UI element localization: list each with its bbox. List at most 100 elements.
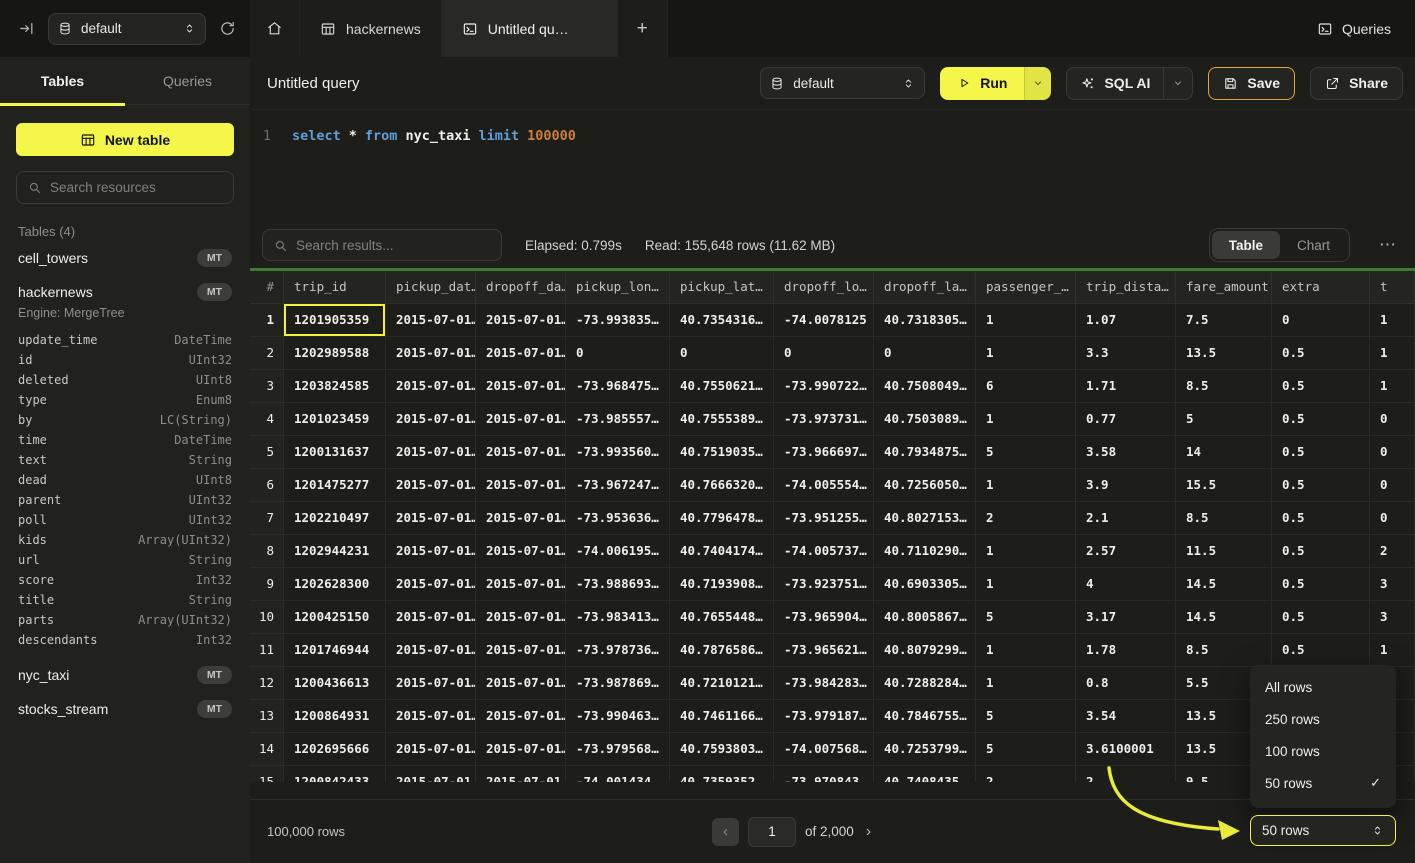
cell[interactable]: 0.8	[1076, 667, 1176, 700]
cell[interactable]: 1	[1370, 337, 1415, 370]
cell[interactable]: 2015-07-01…	[386, 304, 476, 337]
row-number[interactable]: 7	[250, 502, 284, 535]
cell[interactable]: 8.5	[1176, 370, 1272, 403]
cell[interactable]: 2015-07-01…	[476, 436, 566, 469]
cell[interactable]: 2015-07-01…	[476, 502, 566, 535]
cell[interactable]: 40.7288284…	[874, 667, 976, 700]
cell[interactable]: -73.987869…	[566, 667, 670, 700]
cell[interactable]: -73.985557…	[566, 403, 670, 436]
row-number[interactable]: 3	[250, 370, 284, 403]
sidebar-item-hackernews[interactable]: hackernews MT	[16, 275, 234, 309]
cell[interactable]: 0	[1370, 436, 1415, 469]
cell[interactable]: 40.7256050…	[874, 469, 976, 502]
sql-editor[interactable]: 1 select * from nyc_taxi limit 100000	[250, 110, 1415, 222]
cell[interactable]: 2015-07-01…	[386, 535, 476, 568]
cell[interactable]: 2015-07-01…	[386, 766, 476, 782]
rows-per-page-select[interactable]: 50 rows	[1250, 815, 1396, 846]
cell[interactable]: -73.965904…	[774, 601, 874, 634]
cell[interactable]: 3	[1370, 568, 1415, 601]
cell[interactable]: -74.006195…	[566, 535, 670, 568]
cell[interactable]: 40.8079299…	[874, 634, 976, 667]
cell[interactable]: 0.5	[1272, 370, 1370, 403]
cell[interactable]: 40.7846755…	[874, 700, 976, 733]
database-selector[interactable]: default	[48, 13, 206, 45]
cell[interactable]: 40.7193908…	[670, 568, 774, 601]
cell[interactable]: 1200864931	[284, 700, 386, 733]
cell[interactable]: 1201746944	[284, 634, 386, 667]
column-header[interactable]: #	[250, 271, 284, 304]
tab-home[interactable]	[250, 0, 300, 57]
cell[interactable]: -73.990463…	[566, 700, 670, 733]
cell[interactable]: 1.78	[1076, 634, 1176, 667]
row-number[interactable]: 11	[250, 634, 284, 667]
row-number[interactable]: 6	[250, 469, 284, 502]
cell[interactable]: -73.968475…	[566, 370, 670, 403]
sidebar-tab-queries[interactable]: Queries	[125, 57, 250, 104]
cell[interactable]: 2015-07-01…	[476, 667, 566, 700]
cell[interactable]: -73.965621…	[774, 634, 874, 667]
share-button[interactable]: Share	[1310, 67, 1403, 100]
cell[interactable]: 2015-07-01…	[476, 304, 566, 337]
row-number[interactable]: 8	[250, 535, 284, 568]
cell[interactable]: 4	[1076, 568, 1176, 601]
cell[interactable]: 2015-07-01…	[476, 601, 566, 634]
cell[interactable]: 2015-07-01…	[476, 766, 566, 782]
page-number-input[interactable]	[748, 817, 796, 847]
cell[interactable]: 2015-07-01…	[386, 568, 476, 601]
run-options-button[interactable]	[1024, 67, 1051, 100]
cell[interactable]: 0	[1370, 469, 1415, 502]
save-button[interactable]: Save	[1208, 67, 1295, 100]
view-chart-tab[interactable]: Chart	[1280, 231, 1347, 259]
cell[interactable]: 2015-07-01…	[476, 370, 566, 403]
cell[interactable]: 5	[976, 601, 1076, 634]
cell[interactable]: 7.5	[1176, 304, 1272, 337]
sql-ai-options-button[interactable]	[1163, 68, 1192, 99]
row-number[interactable]: 9	[250, 568, 284, 601]
refresh-icon[interactable]	[219, 20, 236, 37]
rows-menu-item[interactable]: All rows	[1250, 671, 1396, 703]
next-page-button[interactable]: ›	[863, 823, 874, 841]
cell[interactable]: 40.7593803…	[670, 733, 774, 766]
cell[interactable]: -73.970843…	[774, 766, 874, 782]
cell[interactable]: 2015-07-01…	[476, 568, 566, 601]
cell[interactable]: 40.7508049…	[874, 370, 976, 403]
cell[interactable]: 0.5	[1272, 634, 1370, 667]
cell[interactable]: 40.7876586…	[670, 634, 774, 667]
cell[interactable]: 40.7253799…	[874, 733, 976, 766]
cell[interactable]: 1202695666	[284, 733, 386, 766]
cell[interactable]: 2.57	[1076, 535, 1176, 568]
cell[interactable]: 3.58	[1076, 436, 1176, 469]
cell[interactable]: 1200425150	[284, 601, 386, 634]
cell[interactable]: 5	[1176, 403, 1272, 436]
cell[interactable]: 13.5	[1176, 337, 1272, 370]
row-number[interactable]: 2	[250, 337, 284, 370]
cell[interactable]: 1	[1370, 634, 1415, 667]
cell[interactable]: 0.5	[1272, 436, 1370, 469]
cell[interactable]: 40.7461166…	[670, 700, 774, 733]
cell[interactable]: 40.7354316…	[670, 304, 774, 337]
cell[interactable]: 40.7404174…	[670, 535, 774, 568]
column-header[interactable]: dropoff_da…	[476, 271, 566, 304]
cell[interactable]: 6	[976, 370, 1076, 403]
cell[interactable]: 1	[976, 568, 1076, 601]
cell[interactable]: 0	[1370, 502, 1415, 535]
new-tab-button[interactable]: +	[618, 0, 668, 57]
cell[interactable]: 2.1	[1076, 502, 1176, 535]
cell[interactable]: 14.5	[1176, 601, 1272, 634]
row-number[interactable]: 14	[250, 733, 284, 766]
collapse-sidebar-icon[interactable]	[18, 20, 35, 37]
previous-page-button[interactable]: ‹	[712, 818, 739, 846]
cell[interactable]: 1.07	[1076, 304, 1176, 337]
cell[interactable]: 1	[976, 535, 1076, 568]
row-number[interactable]: 1	[250, 304, 284, 337]
cell[interactable]: 1203824585	[284, 370, 386, 403]
results-search-input[interactable]	[296, 238, 491, 253]
column-header[interactable]: dropoff_lo…	[774, 271, 874, 304]
cell[interactable]: 1.71	[1076, 370, 1176, 403]
sidebar-item-stocks-stream[interactable]: stocks_stream MT	[16, 692, 234, 726]
sidebar-item-nyc-taxi[interactable]: nyc_taxi MT	[16, 658, 234, 692]
cell[interactable]: -73.978736…	[566, 634, 670, 667]
cell[interactable]: 40.7655448…	[670, 601, 774, 634]
cell[interactable]: 2015-07-01…	[476, 535, 566, 568]
cell[interactable]: 14.5	[1176, 568, 1272, 601]
